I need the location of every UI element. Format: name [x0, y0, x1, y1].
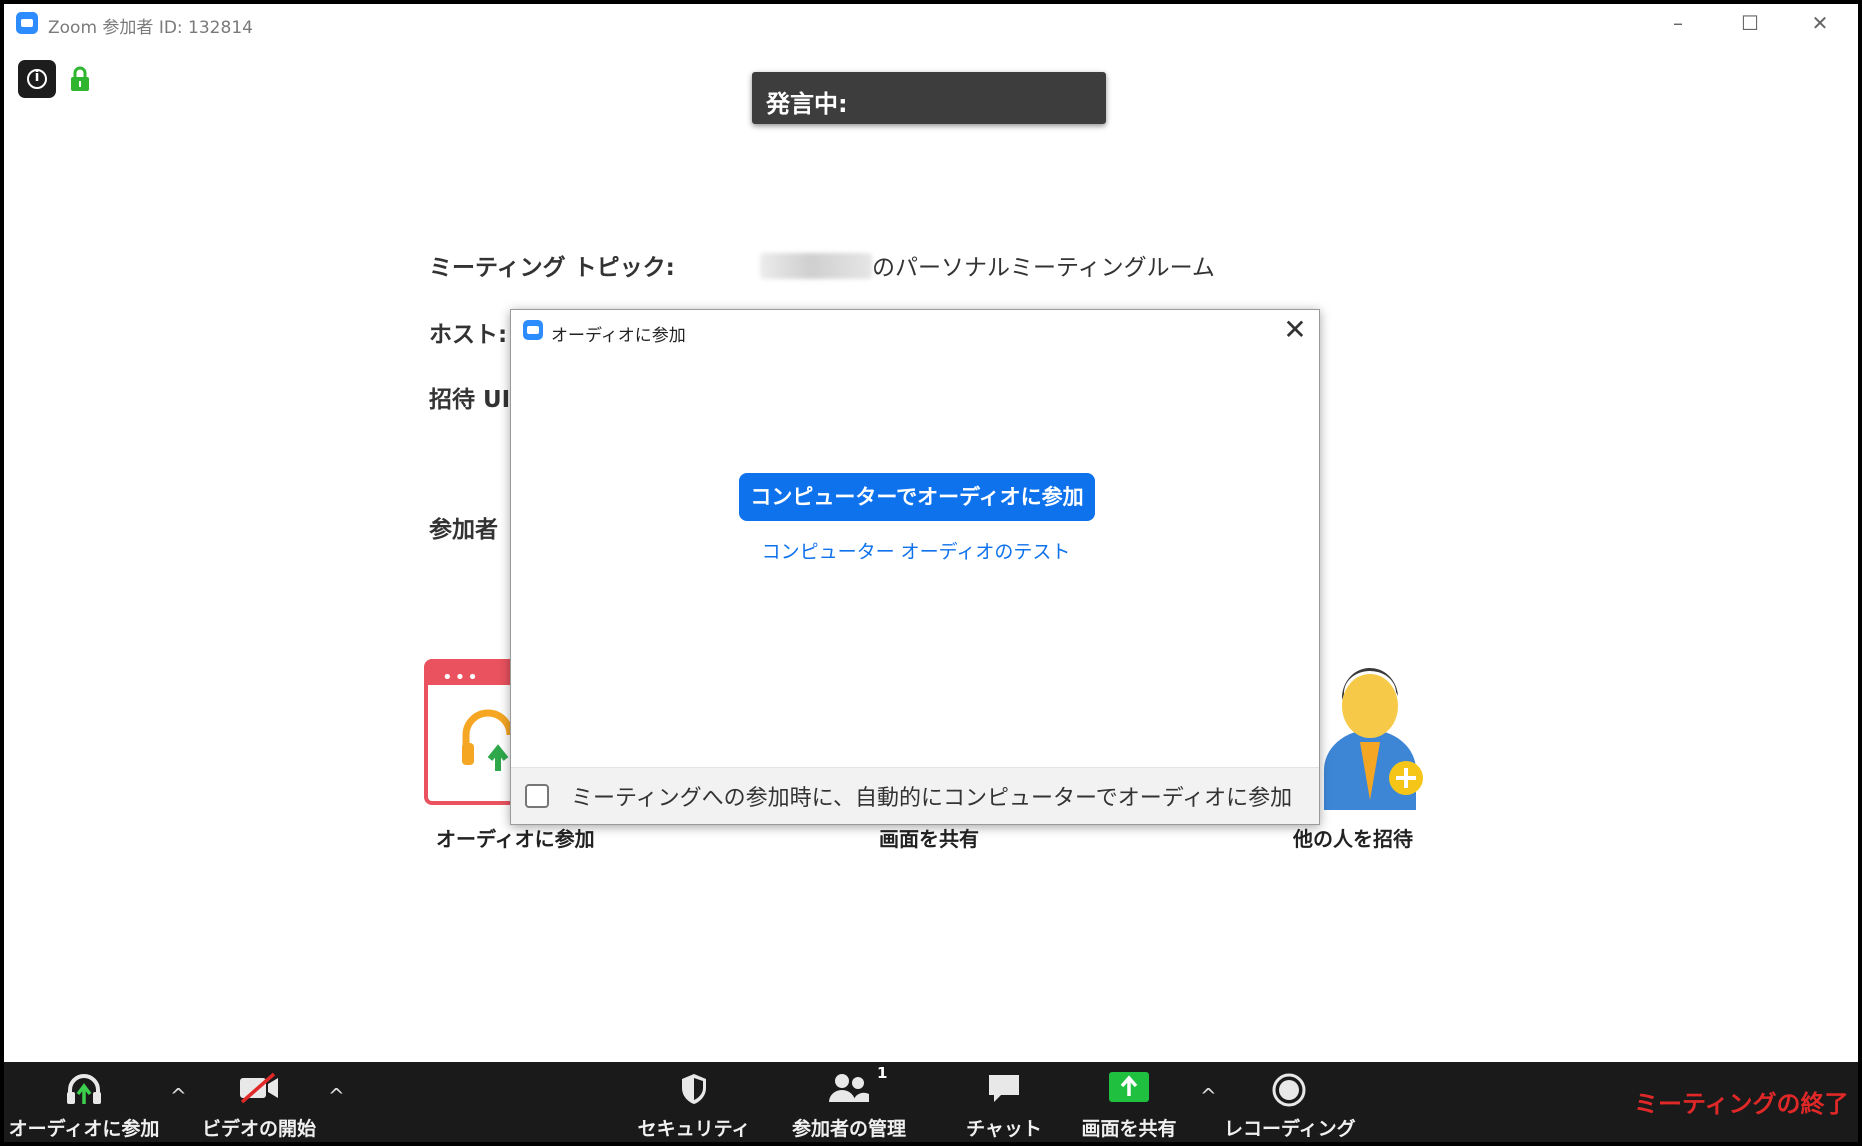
- invite-others-tile-label[interactable]: 他の人を招待: [1293, 823, 1413, 852]
- speaking-indicator: 発言中:: [752, 72, 1106, 124]
- chat-label: チャット: [966, 1118, 1042, 1140]
- chat-button[interactable]: チャット: [949, 1062, 1059, 1142]
- zoom-logo-icon: [523, 320, 543, 340]
- manage-participants-button[interactable]: 1 参加者の管理: [779, 1062, 919, 1142]
- join-audio-button[interactable]: オーディオに参加: [4, 1062, 164, 1142]
- join-with-computer-audio-button[interactable]: コンピューターでオーディオに参加: [739, 473, 1095, 521]
- video-off-icon: [240, 1072, 278, 1104]
- auto-join-audio-checkbox[interactable]: [525, 784, 549, 808]
- blurred-name: [760, 253, 872, 279]
- topic-value-text: のパーソナルミーティングルーム: [872, 255, 1215, 281]
- meeting-info-icon[interactable]: i: [18, 60, 56, 98]
- start-video-button[interactable]: ビデオの開始: [189, 1062, 329, 1142]
- start-video-label: ビデオの開始: [201, 1118, 316, 1140]
- headphone-icon: [462, 709, 514, 771]
- dialog-close-button[interactable]: ✕: [1279, 314, 1311, 346]
- auto-join-audio-label[interactable]: ミーティングへの参加時に、自動的にコンピューターでオーディオに参加: [571, 780, 1292, 812]
- join-audio-tile-label[interactable]: オーディオに参加: [436, 823, 595, 852]
- chat-bubble-icon: [989, 1075, 1019, 1102]
- lock-icon[interactable]: [70, 66, 90, 92]
- recording-button[interactable]: レコーディング: [1224, 1062, 1356, 1142]
- zoom-logo-icon: [16, 12, 38, 34]
- participants-icon: [829, 1074, 869, 1102]
- share-options-caret-icon[interactable]: ^: [1200, 1084, 1217, 1108]
- title-bar: Zoom 参加者 ID: 132814 – ☐ ✕: [4, 4, 1858, 42]
- share-screen-tile-label[interactable]: 画面を共有: [879, 823, 979, 852]
- participant-id-label: 参加者: [429, 517, 498, 543]
- headphone-icon: [67, 1074, 101, 1104]
- join-audio-label: オーディオに参加: [8, 1118, 160, 1140]
- shield-icon: [682, 1074, 706, 1104]
- zoom-window: Zoom 参加者 ID: 132814 – ☐ ✕ i 発言中: ミーティング …: [4, 4, 1858, 1142]
- participant-count-badge: 1: [877, 1064, 888, 1082]
- invite-person-icon[interactable]: [1314, 650, 1426, 810]
- topic-value: のパーソナルミーティングルーム: [760, 248, 1215, 282]
- dialog-title: オーディオに参加: [551, 326, 686, 346]
- invite-url-label: 招待 UI: [429, 387, 511, 413]
- host-label: ホスト:: [429, 322, 508, 348]
- record-icon: [1272, 1073, 1306, 1107]
- window-title: Zoom 参加者 ID: 132814: [48, 18, 253, 38]
- maximize-button[interactable]: ☐: [1720, 4, 1780, 42]
- topic-label: ミーティング トピック:: [429, 255, 675, 281]
- join-audio-dialog: オーディオに参加 ✕ コンピューターでオーディオに参加 コンピューター オーディ…: [510, 309, 1320, 825]
- test-computer-audio-link[interactable]: コンピューター オーディオのテスト: [511, 537, 1321, 564]
- minimize-button[interactable]: –: [1648, 4, 1708, 42]
- share-screen-icon: [1109, 1072, 1149, 1102]
- security-button[interactable]: セキュリティ: [634, 1062, 754, 1142]
- recording-label: レコーディング: [1224, 1118, 1356, 1140]
- security-label: セキュリティ: [637, 1118, 751, 1140]
- window-dots-icon: •••: [442, 667, 480, 688]
- info-glyph: i: [34, 69, 40, 85]
- dialog-footer: ミーティングへの参加時に、自動的にコンピューターでオーディオに参加: [511, 767, 1319, 824]
- close-window-button[interactable]: ✕: [1790, 4, 1850, 42]
- share-screen-button[interactable]: 画面を共有: [1069, 1062, 1189, 1142]
- manage-participants-label: 参加者の管理: [791, 1118, 906, 1140]
- video-options-caret-icon[interactable]: ^: [328, 1084, 345, 1108]
- speaking-label: 発言中:: [766, 90, 848, 118]
- audio-options-caret-icon[interactable]: ^: [170, 1084, 187, 1108]
- meeting-toolbar: オーディオに参加 ^ ビデオの開始 ^ セキュリティ 1 参加者の管理 チャット…: [4, 1062, 1858, 1142]
- share-screen-label: 画面を共有: [1081, 1118, 1177, 1140]
- end-meeting-button[interactable]: ミーティングの終了: [1634, 1084, 1849, 1119]
